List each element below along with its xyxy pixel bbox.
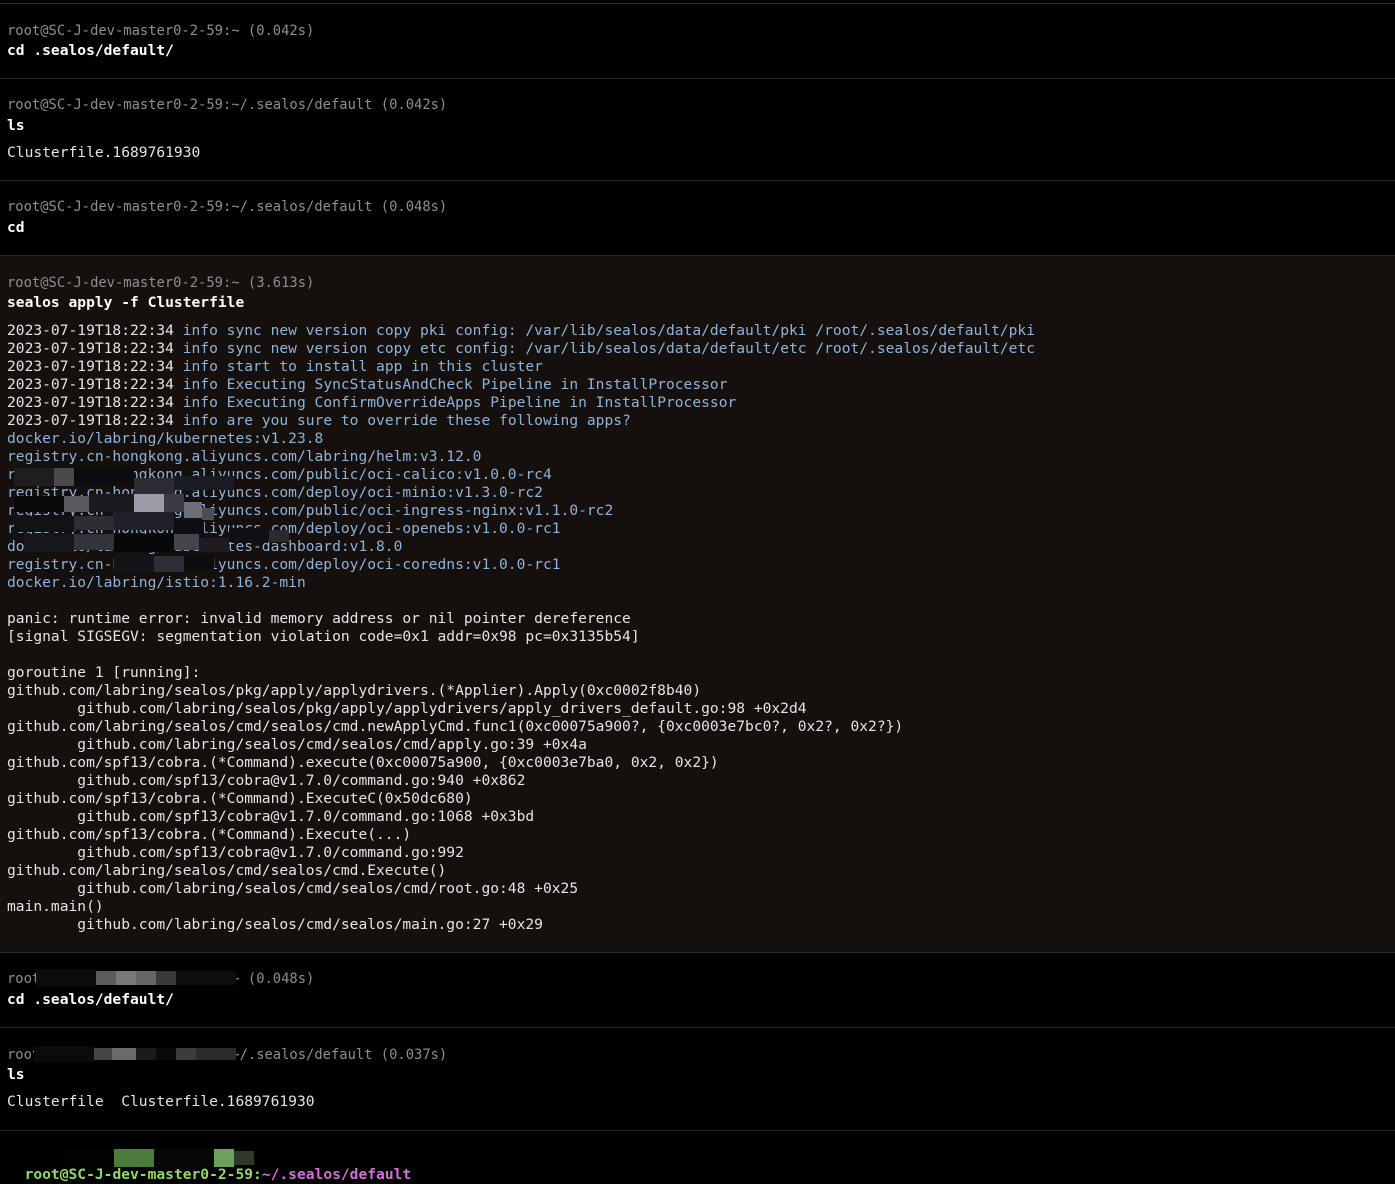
log-line: 2023-07-19T18:22:34 info Executing Confi… [7,394,736,412]
trace-line: github.com/labring/sealos/cmd/sealos/cmd… [7,718,904,735]
log-line: 2023-07-19T18:22:34 info sync new versio… [7,340,1035,358]
log-message: info Executing SyncStatusAndCheck Pipeli… [182,376,728,393]
log-timestamp: 2023-07-19T18:22:34 [7,322,174,339]
log-message: info are you sure to override these foll… [182,412,631,429]
app-item: docker.io/labring/kubernetes:v1.23.8 [7,430,324,447]
trace-line: goroutine 1 [running]: [7,664,201,681]
panic-line: panic: runtime error: invalid memory add… [7,610,631,627]
log-timestamp: 2023-07-19T18:22:34 [7,394,174,411]
command-text: ls [7,117,25,134]
prompt-line: root@SC-J-dev-master0-2-59:~/.sealos/def… [7,97,448,113]
trace-line: github.com/spf13/cobra@v1.7.0/command.go… [7,772,526,789]
trace-line: github.com/spf13/cobra@v1.7.0/command.go… [7,844,464,861]
trace-line: github.com/spf13/cobra.(*Command).execut… [7,754,719,771]
prompt-line: root@SC-J-dev-master0-2-59:~ (3.613s) [7,275,315,291]
command-text: ls [7,1066,25,1083]
redaction-mosaic [36,969,246,987]
command-block[interactable]: root@SC-J-dev-master0-2-59:~ (0.042s) cd… [0,4,1395,79]
command-block[interactable]: root@SC-J-dev-master0-2-59:~/.sealos/def… [0,79,1395,181]
panic-line: [signal SIGSEGV: segmentation violation … [7,628,640,645]
app-item: docker.io/labring/istio:1.16.2-min [7,574,306,591]
log-timestamp: 2023-07-19T18:22:34 [7,412,174,429]
trace-line: github.com/labring/sealos/cmd/sealos/cmd… [7,880,579,897]
trace-line: github.com/labring/sealos/cmd/sealos/cmd… [7,736,587,753]
log-line: 2023-07-19T18:22:34 info sync new versio… [7,322,1035,340]
command-text: cd .sealos/default/ [7,991,174,1008]
command-block[interactable]: root@SC-J-dev-master0-2-59:~ (0.048s) cd… [0,953,1395,1028]
trace-line: github.com/labring/sealos/pkg/apply/appl… [7,700,807,717]
log-message: info Executing ConfirmOverrideApps Pipel… [182,394,737,411]
log-line: 2023-07-19T18:22:34 info Executing SyncS… [7,376,727,394]
trace-line: main.main() [7,898,104,915]
log-timestamp: 2023-07-19T18:22:34 [7,340,174,357]
redaction-mosaic [34,1046,238,1062]
command-output: Clusterfile.1689761930 [7,144,201,161]
command-text: cd [7,219,25,236]
app-item: registry.cn-hongkong.aliyuncs.com/labrin… [7,448,482,465]
trace-line: github.com/spf13/cobra.(*Command).Execut… [7,826,412,843]
log-message: info start to install app in this cluste… [182,358,543,375]
log-timestamp: 2023-07-19T18:22:34 [7,376,174,393]
log-message: info sync new version copy etc config: /… [182,340,1035,357]
prompt-line: root@SC-J-dev-master0-2-59:~/.sealos/def… [7,199,448,215]
log-line: 2023-07-19T18:22:34 info are you sure to… [7,412,631,430]
command-block-error[interactable]: root@SC-J-dev-master0-2-59:~ (3.613s) se… [0,256,1395,953]
prompt-line: root@SC-J-dev-master0-2-59:~ (0.042s) [7,23,315,39]
command-block[interactable]: root@SC-J-dev-master0-2-59:~/.sealos/def… [0,181,1395,256]
command-output: Clusterfile Clusterfile.1689761930 [7,1093,315,1110]
trace-line: github.com/labring/sealos/cmd/sealos/mai… [7,916,543,933]
log-message: info sync new version copy pki config: /… [182,322,1035,339]
log-timestamp: 2023-07-19T18:22:34 [7,358,174,375]
redaction-mosaic [64,1149,254,1167]
command-block[interactable]: root@SC-J-dev-master0-2-59:~/.sealos/def… [0,1028,1395,1131]
trace-line: github.com/labring/sealos/pkg/apply/appl… [7,682,702,699]
log-line: 2023-07-19T18:22:34 info start to instal… [7,358,543,376]
trace-line: github.com/spf13/cobra@v1.7.0/command.go… [7,808,535,825]
trace-line: github.com/labring/sealos/cmd/sealos/cmd… [7,862,447,879]
command-text: sealos apply -f Clusterfile [7,294,245,311]
command-text: cd .sealos/default/ [7,42,174,59]
redaction-mosaic [14,468,304,576]
trace-line: github.com/spf13/cobra.(*Command).Execut… [7,790,473,807]
